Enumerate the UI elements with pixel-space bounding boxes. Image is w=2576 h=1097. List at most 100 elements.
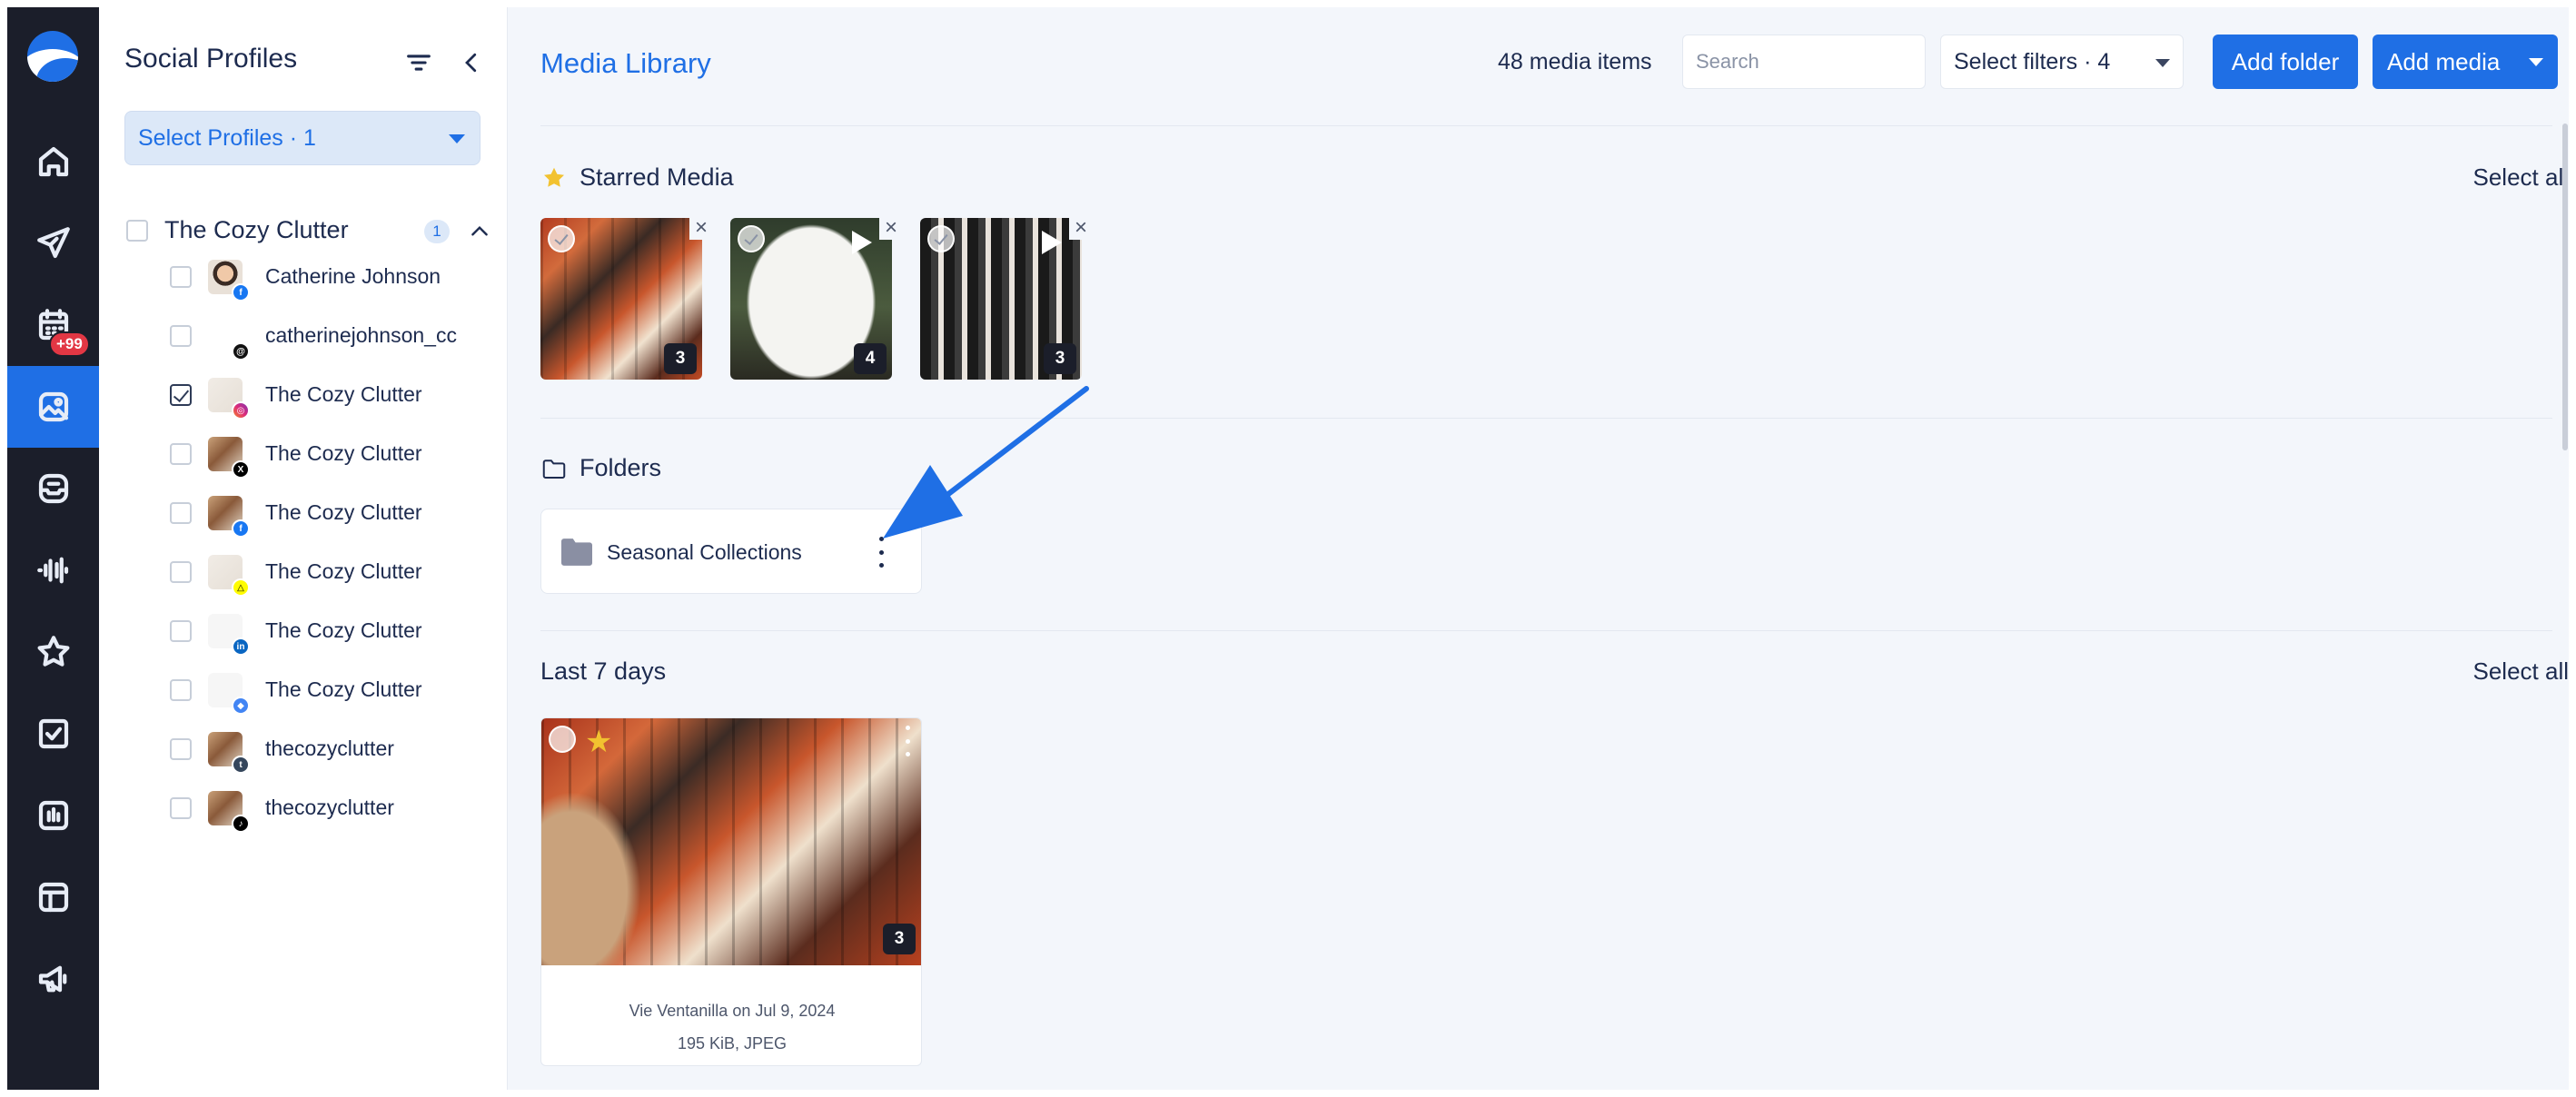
close-icon[interactable]: × xyxy=(879,215,903,240)
more-options-icon[interactable] xyxy=(876,537,887,568)
home-icon xyxy=(38,146,68,177)
group-count-badge: 1 xyxy=(424,220,450,243)
app-window: +99 Social Profiles Select Profiles · 1 … xyxy=(7,7,2569,1090)
collapse-panel-icon[interactable] xyxy=(458,47,485,78)
profile-item[interactable]: @ catherinejohnson_cc xyxy=(161,313,497,361)
select-check-icon[interactable] xyxy=(927,225,955,252)
item-count-badge: 4 xyxy=(854,343,887,374)
filter-icon[interactable] xyxy=(403,47,434,78)
profile-item[interactable]: f The Cozy Clutter xyxy=(161,490,497,538)
nav-analytics[interactable] xyxy=(7,775,99,856)
nav-home[interactable] xyxy=(7,121,99,203)
nav-favorites[interactable] xyxy=(7,611,99,693)
main-nav-rail: +99 xyxy=(7,7,99,1090)
divider xyxy=(540,630,2552,631)
chevron-down-icon xyxy=(2155,59,2170,67)
media-library-main: Media Library 48 media items Select filt… xyxy=(509,7,2569,1090)
item-count-badge: 3 xyxy=(883,924,916,954)
profile-item[interactable]: f Catherine Johnson xyxy=(161,254,497,301)
nav-media-library[interactable] xyxy=(7,366,99,448)
select-check-icon[interactable] xyxy=(548,225,575,252)
profile-checkbox[interactable] xyxy=(170,384,192,406)
calendar-badge: +99 xyxy=(49,331,90,357)
folder-card[interactable]: Seasonal Collections xyxy=(540,509,922,594)
profile-item[interactable]: t thecozyclutter xyxy=(161,726,497,774)
add-folder-button[interactable]: Add folder xyxy=(2213,35,2358,89)
profile-checkbox[interactable] xyxy=(170,325,192,347)
tasks-icon xyxy=(38,718,68,749)
threads-icon: @ xyxy=(232,342,250,361)
send-icon xyxy=(36,227,70,259)
profile-name: thecozyclutter xyxy=(265,736,394,760)
profile-item[interactable]: ◆ The Cozy Clutter xyxy=(161,667,497,715)
facebook-icon: f xyxy=(232,283,250,301)
profile-name: catherinejohnson_cc xyxy=(265,323,457,347)
select-check-icon[interactable] xyxy=(549,726,576,753)
snapchat-icon: △ xyxy=(232,578,250,597)
select-filters-dropdown[interactable]: Select filters · 4 xyxy=(1940,35,2184,89)
social-profiles-panel: Social Profiles Select Profiles · 1 The … xyxy=(99,7,508,1090)
select-check-icon[interactable] xyxy=(738,225,765,252)
divider xyxy=(540,125,2552,126)
nav-listening[interactable] xyxy=(7,529,99,611)
x-icon: X xyxy=(232,460,250,479)
profile-checkbox[interactable] xyxy=(170,738,192,760)
profile-name: The Cozy Clutter xyxy=(265,382,422,406)
starred-media-item[interactable]: 3 xyxy=(920,218,1082,380)
chevron-up-icon[interactable] xyxy=(468,220,491,243)
profile-item[interactable]: ♪ thecozyclutter xyxy=(161,786,497,833)
analytics-icon xyxy=(38,800,68,831)
profile-checkbox[interactable] xyxy=(170,561,192,583)
profile-name: The Cozy Clutter xyxy=(265,500,422,524)
profile-checkbox[interactable] xyxy=(170,266,192,288)
profile-checkbox[interactable] xyxy=(170,443,192,465)
profile-item[interactable]: X The Cozy Clutter xyxy=(161,431,497,479)
add-media-button[interactable]: Add media xyxy=(2373,35,2558,89)
scrollbar[interactable] xyxy=(2562,124,2568,450)
item-count-badge: 3 xyxy=(1044,343,1076,374)
recent-select-all[interactable]: Select all xyxy=(2387,657,2570,686)
starred-media-item[interactable]: 3 xyxy=(540,218,702,380)
profile-checkbox[interactable] xyxy=(170,620,192,642)
nav-inbox[interactable] xyxy=(7,448,99,529)
chevron-down-icon xyxy=(2529,58,2543,66)
folder-outline-icon xyxy=(542,460,566,479)
profile-checkbox[interactable] xyxy=(170,797,192,819)
close-icon[interactable]: × xyxy=(689,215,713,240)
nav-campaigns[interactable] xyxy=(7,938,99,1020)
chevron-down-icon xyxy=(449,134,465,143)
star-icon xyxy=(37,636,69,667)
close-icon[interactable]: × xyxy=(1069,215,1093,240)
starred-icon[interactable]: ★ xyxy=(585,726,618,758)
divider xyxy=(540,418,2552,419)
group-name: The Cozy Clutter xyxy=(164,216,349,243)
folder-name: Seasonal Collections xyxy=(607,540,802,564)
profile-checkbox[interactable] xyxy=(170,679,192,701)
profile-item[interactable]: in The Cozy Clutter xyxy=(161,608,497,656)
layout-icon xyxy=(38,882,68,913)
nav-layout[interactable] xyxy=(7,856,99,938)
media-count: 48 media items xyxy=(1498,49,1652,74)
profile-item[interactable]: △ The Cozy Clutter xyxy=(161,549,497,597)
nav-tasks[interactable] xyxy=(7,693,99,775)
app-logo[interactable] xyxy=(27,31,78,82)
nav-publish[interactable] xyxy=(7,203,99,284)
profile-item[interactable]: ◎ The Cozy Clutter xyxy=(161,372,497,420)
select-profiles-dropdown[interactable]: Select Profiles · 1 xyxy=(124,111,481,165)
more-options-icon[interactable] xyxy=(902,726,913,756)
linkedin-icon: in xyxy=(232,637,250,656)
profile-checkbox[interactable] xyxy=(170,502,192,524)
nav-calendar[interactable]: +99 xyxy=(7,284,99,366)
profile-name: The Cozy Clutter xyxy=(265,677,422,701)
search-input[interactable] xyxy=(1682,35,1926,89)
media-card[interactable]: ★ 3 Vie Ventanilla on Jul 9, 2024 195 Ki… xyxy=(540,717,922,1066)
starred-select-all[interactable]: Select all xyxy=(2387,163,2570,192)
starred-media-item[interactable]: 4 xyxy=(730,218,892,380)
star-icon xyxy=(544,167,564,187)
select-filters-label: Select filters · 4 xyxy=(1954,48,2111,74)
recent-section-title: Last 7 days xyxy=(540,657,667,685)
tumblr-icon: t xyxy=(232,756,250,774)
starred-section-title: Starred Media xyxy=(580,163,734,191)
play-icon xyxy=(852,231,872,254)
group-checkbox[interactable] xyxy=(126,220,148,242)
